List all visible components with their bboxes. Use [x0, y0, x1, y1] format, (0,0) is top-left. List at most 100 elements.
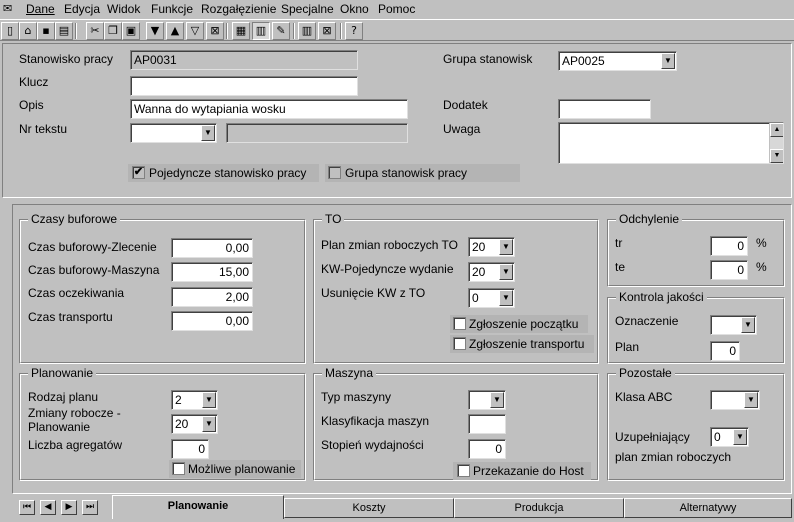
to-kw-select[interactable]: 20 ▼	[468, 262, 515, 282]
check-pojedyncze-label[interactable]: Pojedyncze stanowisko pracy	[149, 166, 306, 180]
check-grupa-label[interactable]: Grupa stanowisk pracy	[345, 166, 467, 180]
to-kw-value: 20	[472, 265, 486, 279]
czasy-title: Czasy buforowe	[28, 212, 121, 226]
czas-oczekiwania-field[interactable]: 2,00	[171, 287, 253, 307]
app-icon[interactable]: ✉	[3, 2, 17, 16]
nrtekstu-select[interactable]: ▼	[130, 123, 217, 143]
uzup-select[interactable]: 0 ▼	[710, 427, 749, 447]
rodzaj-label: Rodzaj planu	[28, 390, 99, 404]
chevron-down-icon[interactable]: ▼	[733, 429, 747, 445]
open-icon[interactable]: ⌂	[19, 22, 37, 40]
next-record-icon[interactable]: ▶	[61, 500, 77, 515]
filter-icon[interactable]: ▽	[186, 22, 204, 40]
toolbar: ▯ ⌂ ▪ ▤ ✂ ❐ ▣ ▼ ▲ ▽ ⊠ ▦ ▥ ✎ ▥ ⊠ ?	[0, 19, 794, 41]
tr-label: tr	[615, 236, 623, 250]
print-icon[interactable]: ▤	[55, 22, 73, 40]
columns-icon[interactable]: ▥	[298, 22, 316, 40]
uwaga-textarea[interactable]: ▲ ▼	[558, 122, 784, 164]
rodzaj-select[interactable]: 2 ▼	[171, 390, 218, 410]
dodatek-field[interactable]	[558, 99, 651, 119]
czas-maszyna-field[interactable]: 15,00	[171, 262, 253, 282]
czas-transportu-field[interactable]: 0,00	[171, 311, 253, 331]
tree-icon[interactable]: ⊠	[318, 22, 336, 40]
to-plan-value: 20	[472, 240, 486, 254]
check-poczatek-label[interactable]: Zgłoszenie początku	[469, 317, 578, 331]
menu-okno[interactable]: Okno	[340, 2, 369, 16]
check-host-label[interactable]: Przekazanie do Host	[473, 464, 584, 478]
chevron-down-icon[interactable]: ▼	[490, 392, 504, 408]
stopien-field[interactable]: 0	[468, 439, 506, 459]
te-field[interactable]: 0	[710, 260, 748, 280]
chevron-down-icon[interactable]: ▼	[661, 53, 675, 69]
grupa-select[interactable]: AP0025 ▼	[558, 51, 677, 71]
typ-select[interactable]: ▼	[468, 390, 506, 410]
check-mozliwe-box[interactable]	[172, 462, 185, 475]
tab-planowanie[interactable]: Planowanie	[112, 495, 284, 519]
tab-koszty[interactable]: Koszty	[284, 498, 454, 518]
maszyna-title: Maszyna	[322, 366, 377, 380]
chevron-down-icon[interactable]: ▼	[202, 392, 216, 408]
typ-label: Typ maszyny	[321, 390, 392, 404]
up-icon[interactable]: ▲	[166, 22, 184, 40]
clear-filter-icon[interactable]: ⊠	[206, 22, 224, 40]
edit-icon[interactable]: ✎	[272, 22, 290, 40]
zmiany-value: 20	[175, 417, 189, 431]
to-usuniecie-select[interactable]: 0 ▼	[468, 288, 515, 308]
save-icon[interactable]: ▪	[37, 22, 55, 40]
check-transport-label[interactable]: Zgłoszenie transportu	[469, 337, 584, 351]
paste-icon[interactable]: ▣	[122, 22, 140, 40]
table-icon[interactable]: ▦	[232, 22, 250, 40]
menu-edycja[interactable]: Edycja	[64, 2, 100, 16]
tab-produkcja[interactable]: Produkcja	[454, 498, 624, 518]
opis-field[interactable]: Wanna do wytapiania wosku	[130, 99, 408, 119]
oznaczenie-select[interactable]: ▼	[710, 315, 757, 335]
chevron-down-icon[interactable]: ▼	[499, 264, 513, 280]
klas-field[interactable]	[468, 414, 506, 434]
check-pojedyncze-box[interactable]: ✔	[132, 166, 145, 179]
scroll-up-icon[interactable]: ▲	[770, 123, 783, 137]
menu-pomoc[interactable]: Pomoc	[378, 2, 415, 16]
check-mozliwe-label[interactable]: Możliwe planowanie	[188, 462, 295, 476]
previous-record-icon[interactable]: ◀	[40, 500, 56, 515]
check-host-box[interactable]	[457, 464, 470, 477]
help-icon[interactable]: ?	[345, 22, 363, 40]
cut-icon[interactable]: ✂	[86, 22, 104, 40]
menu-specjalne[interactable]: Specjalne	[281, 2, 334, 16]
new-icon[interactable]: ▯	[1, 22, 19, 40]
zmiany-select[interactable]: 20 ▼	[171, 414, 218, 434]
czas-zlecenie-field[interactable]: 0,00	[171, 238, 253, 258]
chevron-down-icon[interactable]: ▼	[201, 125, 215, 141]
first-record-icon[interactable]: ⏮	[19, 500, 35, 515]
menu-funkcje[interactable]: Funkcje	[151, 2, 193, 16]
chevron-down-icon[interactable]: ▼	[744, 392, 758, 408]
copy-icon[interactable]: ❐	[104, 22, 122, 40]
abc-select[interactable]: ▼	[710, 390, 760, 410]
to-plan-select[interactable]: 20 ▼	[468, 237, 515, 257]
tr-field[interactable]: 0	[710, 236, 748, 256]
menu-rozgalezienie[interactable]: Rozgałęzienie	[201, 2, 276, 16]
form-icon[interactable]: ▥	[252, 22, 270, 40]
plan-field[interactable]: 0	[710, 341, 740, 361]
uwaga-scrollbar[interactable]: ▲ ▼	[769, 123, 783, 163]
menu-dane[interactable]: Dane	[26, 2, 55, 16]
grupa-value: AP0025	[562, 54, 605, 68]
menu-widok[interactable]: Widok	[107, 2, 140, 16]
agregaty-field[interactable]: 0	[171, 439, 209, 459]
abc-label: Klasa ABC	[615, 390, 673, 404]
check-poczatek-box[interactable]	[453, 317, 466, 330]
scroll-down-icon[interactable]: ▼	[770, 149, 783, 163]
dropdown-icon[interactable]: ▼	[146, 22, 164, 40]
klucz-field[interactable]	[130, 76, 358, 96]
last-record-icon[interactable]: ⏭	[82, 500, 98, 515]
chevron-down-icon[interactable]: ▼	[499, 239, 513, 255]
chevron-down-icon[interactable]: ▼	[741, 317, 755, 333]
check-grupa-box[interactable]	[328, 166, 341, 179]
tab-alternatywy[interactable]: Alternatywy	[624, 498, 792, 518]
nrtekstu-text-field	[226, 123, 408, 143]
czas-zlecenie-label: Czas buforowy-Zlecenie	[28, 240, 157, 254]
chevron-down-icon[interactable]: ▼	[499, 290, 513, 306]
check-transport-box[interactable]	[453, 337, 466, 350]
chevron-down-icon[interactable]: ▼	[202, 416, 216, 432]
nrtekstu-label: Nr tekstu	[19, 122, 68, 136]
to-kw-label: KW-Pojedyncze wydanie	[321, 262, 454, 276]
